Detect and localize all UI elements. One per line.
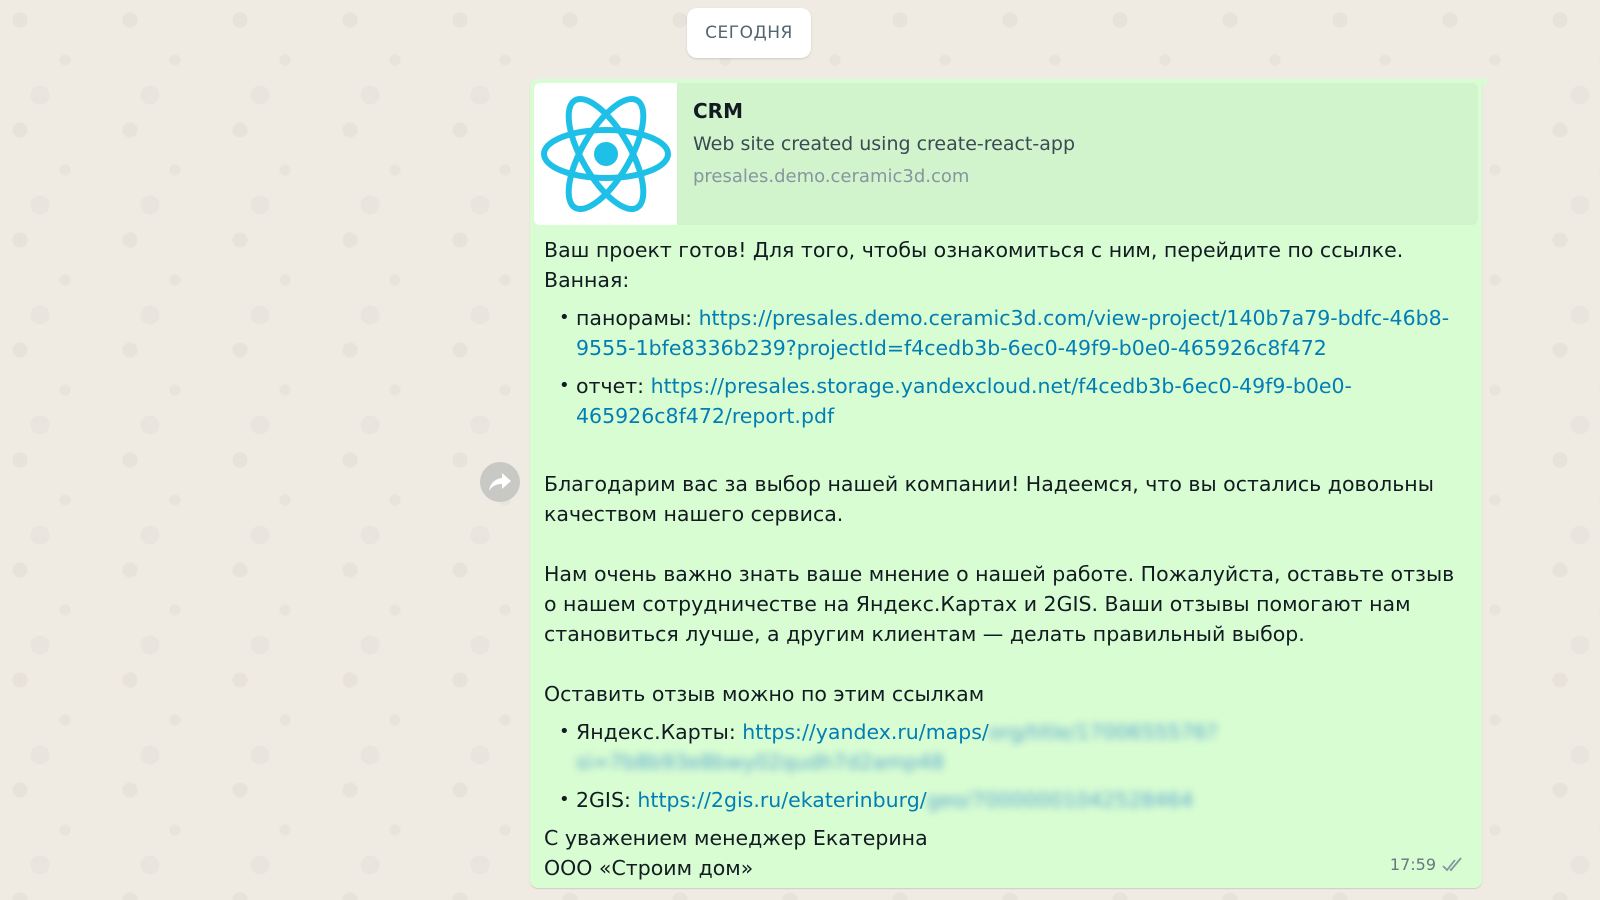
panorama-label: панорамы: bbox=[576, 306, 699, 330]
intro-line: Ваш проект готов! Для того, чтобы ознако… bbox=[544, 238, 1404, 262]
link-preview[interactable]: CRM Web site created using create-react-… bbox=[534, 83, 1478, 225]
forward-icon bbox=[489, 473, 511, 491]
review-links-list: Яндекс.Карты: https://yandex.ru/maps/org… bbox=[544, 717, 1462, 815]
project-links-list: панорамы: https://presales.demo.ceramic3… bbox=[544, 303, 1462, 431]
list-item: отчет: https://presales.storage.yandexcl… bbox=[559, 371, 1462, 431]
panorama-link[interactable]: https://presales.demo.ceramic3d.com/view… bbox=[576, 306, 1449, 360]
link-preview-domain: presales.demo.ceramic3d.com bbox=[693, 166, 970, 187]
link-preview-description: Web site created using create-react-app bbox=[693, 133, 1076, 155]
message-bubble[interactable]: CRM Web site created using create-react-… bbox=[530, 79, 1482, 888]
date-separator-label: СЕГОДНЯ bbox=[705, 23, 793, 43]
review-intro: Оставить отзыв можно по этим ссылкам bbox=[544, 682, 985, 706]
list-item: панорамы: https://presales.demo.ceramic3… bbox=[559, 303, 1462, 363]
report-link[interactable]: https://presales.storage.yandexcloud.net… bbox=[576, 374, 1352, 428]
link-preview-thumbnail bbox=[534, 83, 677, 225]
review-request-paragraph: Нам очень важно знать ваше мнение о наше… bbox=[544, 562, 1455, 646]
forward-button[interactable] bbox=[480, 462, 520, 502]
message-text: Ваш проект готов! Для того, чтобы ознако… bbox=[544, 235, 1462, 883]
yandex-maps-link-visible: https://yandex.ru/maps/ bbox=[742, 720, 989, 744]
react-logo-icon bbox=[540, 95, 671, 213]
room-label: Ванная: bbox=[544, 268, 630, 292]
list-item: Яндекс.Карты: https://yandex.ru/maps/org… bbox=[559, 717, 1462, 777]
yandex-label: Яндекс.Карты: bbox=[576, 720, 743, 744]
signature-line: С уважением менеджер Екатерина bbox=[544, 826, 928, 850]
report-label: отчет: bbox=[576, 374, 651, 398]
double-check-icon bbox=[1442, 856, 1462, 871]
twogis-link[interactable]: https://2gis.ru/ekaterinburg/geo/7000000… bbox=[637, 788, 1193, 812]
date-separator: СЕГОДНЯ bbox=[687, 8, 811, 58]
twogis-label: 2GIS: bbox=[576, 788, 638, 812]
company-line: ООО «Строим дом» bbox=[544, 856, 754, 880]
twogis-link-visible: https://2gis.ru/ekaterinburg/ bbox=[637, 788, 927, 812]
twogis-link-blurred: geo/70000001042528464 bbox=[926, 788, 1194, 812]
list-item: 2GIS: https://2gis.ru/ekaterinburg/geo/7… bbox=[559, 785, 1462, 815]
message-time: 17:59 bbox=[1389, 855, 1436, 874]
link-preview-title: CRM bbox=[693, 99, 743, 123]
message-meta: 17:59 bbox=[1390, 855, 1466, 874]
thanks-paragraph: Благодарим вас за выбор нашей компании! … bbox=[544, 472, 1434, 526]
